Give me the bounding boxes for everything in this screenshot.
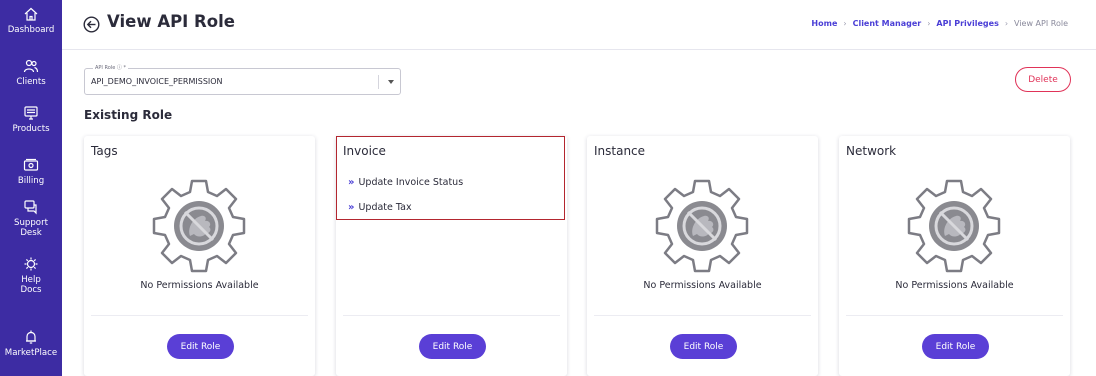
edit-role-button[interactable]: Edit Role xyxy=(419,334,486,359)
api-role-value: API_DEMO_INVOICE_PERMISSION xyxy=(91,77,223,86)
sidebar-item-billing[interactable]: Billing xyxy=(0,157,62,186)
role-card-network: Network No Permissions Available Edit Ro… xyxy=(839,136,1070,376)
bell-icon xyxy=(26,330,36,344)
card-divider xyxy=(846,315,1063,316)
double-chevron-icon: » xyxy=(348,202,355,213)
sidebar-item-label: Billing xyxy=(17,176,45,186)
edit-role-button[interactable]: Edit Role xyxy=(670,334,737,359)
sidebar-item-label: Help Docs xyxy=(20,275,42,295)
edit-role-button[interactable]: Edit Role xyxy=(922,334,989,359)
page-header: View API Role Home › Client Manager › AP… xyxy=(62,0,1096,50)
sidebar-item-help-docs[interactable]: Help Docs xyxy=(0,256,62,295)
sidebar-item-label: Products xyxy=(12,124,50,134)
sidebar-item-clients[interactable]: Clients xyxy=(0,58,62,87)
card-divider xyxy=(343,315,560,316)
empty-state-text: No Permissions Available xyxy=(140,280,259,291)
double-chevron-icon: » xyxy=(348,177,355,188)
breadcrumb-home[interactable]: Home xyxy=(811,19,837,28)
gear-icon xyxy=(24,257,38,271)
sidebar-item-marketplace[interactable]: MarketPlace xyxy=(0,329,62,358)
sidebar-item-label: Dashboard xyxy=(7,25,55,35)
main-content: API Role ⓘ * API_DEMO_INVOICE_PERMISSION… xyxy=(62,50,1096,376)
empty-state-text: No Permissions Available xyxy=(643,280,762,291)
permission-item: » Update Invoice Status xyxy=(348,177,463,188)
back-arrow-icon[interactable] xyxy=(83,16,100,33)
chat-icon xyxy=(24,200,37,215)
no-permission-gear-icon xyxy=(655,179,749,273)
card-divider xyxy=(91,315,308,316)
sidebar-item-label: Clients xyxy=(16,77,46,87)
home-icon xyxy=(24,7,38,21)
api-role-select[interactable]: API Role ⓘ * API_DEMO_INVOICE_PERMISSION xyxy=(84,64,401,95)
no-permission-gear-icon xyxy=(907,179,1001,273)
card-title: Network xyxy=(846,144,897,158)
breadcrumb-current: View API Role xyxy=(1014,19,1068,28)
caret-down-icon[interactable] xyxy=(388,80,394,84)
permission-item: » Update Tax xyxy=(348,202,412,213)
permission-label: Update Tax xyxy=(358,202,412,213)
sidebar-item-label: Support Desk xyxy=(14,218,48,238)
role-card-tags: Tags No Permissions Available Edit Role xyxy=(84,136,315,376)
no-permission-gear-icon xyxy=(152,179,246,273)
permission-label: Update Invoice Status xyxy=(358,177,464,188)
card-title: Tags xyxy=(91,144,118,158)
chevron-right-icon: › xyxy=(927,19,931,28)
chevron-right-icon: › xyxy=(843,19,847,28)
empty-state-text: No Permissions Available xyxy=(895,280,1014,291)
billing-icon xyxy=(23,158,39,171)
role-card-invoice: Invoice » Update Invoice Status » Update… xyxy=(336,136,567,376)
sidebar: Dashboard Clients Products Billing Suppo… xyxy=(0,0,62,376)
sidebar-item-dashboard[interactable]: Dashboard xyxy=(0,6,62,35)
page-title: View API Role xyxy=(107,12,235,31)
section-title: Existing Role xyxy=(84,108,173,122)
delete-button[interactable]: Delete xyxy=(1015,67,1071,92)
chevron-right-icon: › xyxy=(1004,19,1009,28)
card-title: Instance xyxy=(594,144,646,158)
breadcrumb-client-manager[interactable]: Client Manager xyxy=(853,19,922,28)
card-divider xyxy=(594,315,811,316)
role-card-instance: Instance No Permissions Available Edit R… xyxy=(587,136,818,376)
sidebar-item-support-desk[interactable]: Support Desk xyxy=(0,199,62,238)
sidebar-item-products[interactable]: Products xyxy=(0,105,62,134)
monitor-icon xyxy=(24,106,38,120)
select-divider xyxy=(378,75,379,89)
breadcrumb: Home › Client Manager › API Privileges ›… xyxy=(811,19,1068,28)
card-title: Invoice xyxy=(343,144,386,158)
edit-role-button[interactable]: Edit Role xyxy=(167,334,234,359)
api-role-label: API Role ⓘ * xyxy=(93,64,128,72)
users-icon xyxy=(23,59,39,73)
sidebar-item-label: MarketPlace xyxy=(4,348,58,358)
breadcrumb-api-privileges[interactable]: API Privileges xyxy=(936,19,998,28)
